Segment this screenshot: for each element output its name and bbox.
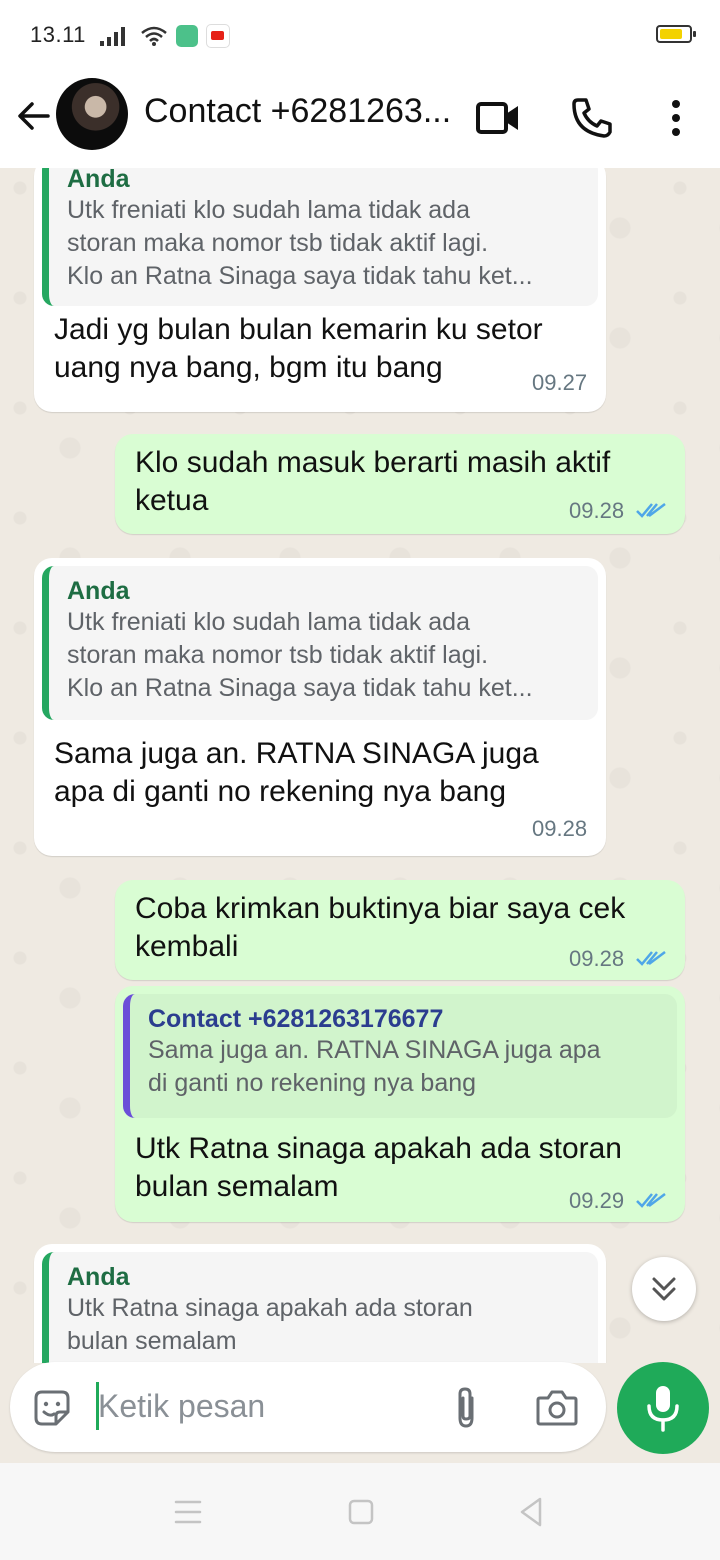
message-input-bar[interactable]: Ketik pesan: [10, 1362, 606, 1452]
message-text-line: Jadi yg bulan bulan kemarin ku setor: [54, 313, 543, 346]
message-incoming[interactable]: Anda Utk Ratna sinaga apakah ada storan …: [34, 1244, 606, 1363]
battery-icon: [656, 25, 696, 43]
message-outgoing[interactable]: Coba krimkan buktinya biar saya cek kemb…: [115, 880, 685, 980]
quoted-sender: Anda: [67, 168, 130, 193]
more-vertical-icon[interactable]: [652, 94, 700, 142]
video-call-icon[interactable]: [474, 94, 522, 142]
status-time: 13.11: [30, 22, 86, 47]
message-incoming[interactable]: Anda Utk freniati klo sudah lama tidak a…: [34, 168, 606, 412]
message-text-line: Utk Ratna sinaga apakah ada storan: [135, 1132, 622, 1165]
message-time: 09.28: [569, 946, 625, 971]
status-bar: 13.11: [0, 0, 720, 72]
quoted-sender: Contact +6281263176677: [148, 1005, 444, 1033]
message-text-line: Coba krimkan buktinya biar saya cek: [135, 892, 626, 925]
chat-area[interactable]: Anda Utk freniati klo sudah lama tidak a…: [0, 168, 720, 1363]
read-receipt-icon: [636, 503, 666, 518]
message-text-line: Sama juga an. RATNA SINAGA juga: [54, 737, 539, 770]
wifi-icon: [141, 26, 167, 46]
quoted-text-line: Utk Ratna sinaga apakah ada storan: [67, 1294, 473, 1322]
message-time: 09.28: [569, 498, 625, 523]
signal-icon: [100, 27, 125, 46]
quoted-text-line: bulan semalam: [67, 1327, 237, 1355]
camera-icon[interactable]: [534, 1386, 580, 1428]
message-input[interactable]: Ketik pesan: [98, 1388, 265, 1425]
read-receipt-icon: [636, 951, 666, 966]
quoted-text-line: Utk freniati klo sudah lama tidak ada: [67, 608, 470, 636]
back-nav-icon[interactable]: [516, 1495, 546, 1529]
quoted-text-line: storan maka nomor tsb tidak aktif lagi.: [67, 229, 489, 257]
chat-header: Contact +6281263...: [0, 72, 720, 169]
sticker-icon[interactable]: [30, 1386, 74, 1430]
message-time: 09.29: [569, 1188, 625, 1213]
app-notification-icon: [176, 25, 198, 47]
message-text-line: apa di ganti no rekening nya bang: [54, 775, 507, 808]
message-text-line: Klo sudah masuk berarti masih aktif: [135, 446, 611, 479]
voice-message-button[interactable]: [617, 1362, 709, 1454]
youtube-notification-icon: [206, 24, 230, 48]
message-outgoing[interactable]: Contact +6281263176677 Sama juga an. RAT…: [115, 986, 685, 1222]
home-icon[interactable]: [346, 1497, 376, 1527]
quoted-message[interactable]: Anda Utk freniati klo sudah lama tidak a…: [42, 566, 598, 720]
arrow-left-icon[interactable]: [14, 96, 54, 136]
message-outgoing[interactable]: Klo sudah masuk berarti masih aktif ketu…: [115, 434, 685, 534]
message-time: 09.27: [532, 370, 588, 395]
quoted-text-line: Klo an Ratna Sinaga saya tidak tahu ket.…: [67, 674, 533, 702]
message-text-line: uang nya bang, bgm itu bang: [54, 351, 443, 384]
message-time: 09.28: [532, 816, 588, 841]
message-incoming[interactable]: Anda Utk freniati klo sudah lama tidak a…: [34, 558, 606, 856]
quoted-sender: Anda: [67, 1263, 130, 1291]
quoted-message[interactable]: Contact +6281263176677 Sama juga an. RAT…: [123, 994, 677, 1118]
quoted-message[interactable]: Anda Utk freniati klo sudah lama tidak a…: [42, 168, 598, 306]
status-icons: [98, 24, 230, 48]
message-text-line: bulan semalam: [135, 1170, 339, 1203]
recent-apps-icon[interactable]: [172, 1497, 204, 1527]
quoted-text-line: storan maka nomor tsb tidak aktif lagi.: [67, 641, 489, 669]
paperclip-icon[interactable]: [446, 1384, 486, 1432]
quoted-sender: Anda: [67, 577, 130, 605]
double-chevron-down-icon: [652, 1277, 676, 1301]
scroll-to-bottom-button[interactable]: [632, 1257, 696, 1321]
read-receipt-icon: [636, 1193, 666, 1208]
message-text-line: kembali: [135, 930, 239, 963]
contact-name[interactable]: Contact +6281263...: [144, 92, 451, 131]
system-navigation-bar: [0, 1463, 720, 1560]
quoted-text-line: Utk freniati klo sudah lama tidak ada: [67, 196, 470, 224]
quoted-text-line: Klo an Ratna Sinaga saya tidak tahu ket.…: [67, 262, 533, 290]
quoted-text-line: Sama juga an. RATNA SINAGA juga apa: [148, 1036, 601, 1064]
message-text-line: ketua: [135, 484, 209, 517]
phone-icon[interactable]: [568, 94, 616, 142]
microphone-icon: [647, 1386, 679, 1432]
quoted-message[interactable]: Anda Utk Ratna sinaga apakah ada storan …: [42, 1252, 598, 1363]
contact-avatar[interactable]: [56, 78, 128, 150]
quoted-text-line: di ganti no rekening nya bang: [148, 1069, 477, 1097]
